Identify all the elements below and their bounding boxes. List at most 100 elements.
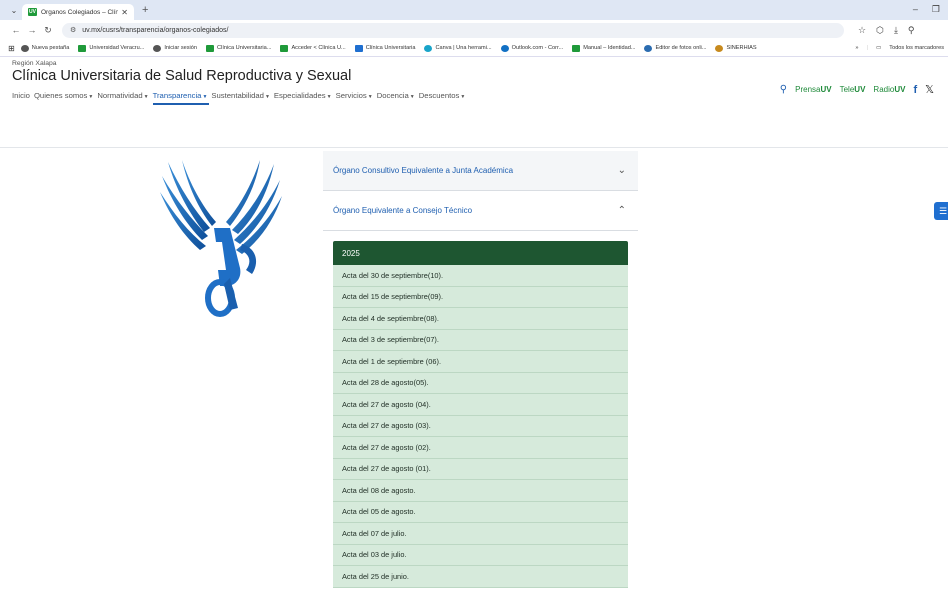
uv-favicon-icon: UV (28, 8, 37, 16)
forward-icon[interactable]: → (24, 25, 40, 35)
accordion-header-junta-academica[interactable]: Órgano Consultivo Equivalente a Junta Ac… (323, 151, 638, 191)
bookmark-item[interactable]: Clínica Universitaria (354, 44, 415, 52)
nav-label: Descuentos (418, 91, 460, 100)
download-icon[interactable]: ⤓ (894, 25, 898, 36)
radio-uv-link[interactable]: RadioUV (873, 85, 905, 94)
caret-down-icon: ▼ (143, 94, 149, 100)
uv-winged-logo (160, 160, 282, 317)
browser-tabstrip: ⌄ UV Órganos Colegiados – Clínica U ✕ + … (0, 0, 948, 20)
link-suffix: UV (894, 85, 906, 94)
bookmark-label: Outlook.com - Corr... (511, 45, 564, 51)
bookmarks-right: » | ▭ Todos los marcadores (849, 45, 944, 51)
search-icon[interactable]: ⚲ (780, 84, 787, 95)
apps-icon[interactable]: ⊞ (8, 44, 15, 53)
acta-link[interactable]: Acta del 30 de septiembre(10). (333, 265, 628, 287)
uv-icon (280, 44, 289, 52)
acta-link[interactable]: Acta del 08 de agosto. (333, 480, 628, 502)
tele-uv-link[interactable]: TeleUV (840, 85, 866, 94)
tab-search-icon[interactable]: ⌄ (6, 6, 22, 15)
acta-link[interactable]: Acta del 27 de agosto (02). (333, 437, 628, 459)
chat-widget-icon[interactable]: ☰ (934, 202, 948, 220)
acta-link[interactable]: Acta del 4 de septiembre(08). (333, 308, 628, 330)
back-icon[interactable]: ← (8, 25, 24, 35)
extensions-icon[interactable]: ⬡ (876, 25, 884, 36)
nav-item-transparencia[interactable]: Transparencia▼ (152, 91, 210, 105)
accordion-title: Órgano Consultivo Equivalente a Junta Ac… (333, 166, 514, 175)
x-twitter-icon[interactable]: 𝕏 (925, 83, 934, 96)
bookmark-label: Acceder < Clínica U... (291, 45, 346, 51)
restore-icon[interactable]: ❐ (932, 4, 940, 15)
acta-link[interactable]: Acta del 27 de agosto (04). (333, 394, 628, 416)
nav-label: Quienes somos (33, 91, 88, 100)
bookmark-label: Clínica Universitaria... (217, 45, 272, 51)
acta-link[interactable]: Acta del 1 de septiembre (06). (333, 351, 628, 373)
uv-icon (78, 44, 87, 52)
region-label: Región Xalapa (12, 60, 57, 67)
site-info-icon[interactable]: ⚙ (70, 26, 76, 34)
nav-item-servicios[interactable]: Servicios▼ (336, 91, 375, 105)
circle-icon (715, 44, 724, 52)
site-title[interactable]: Clínica Universitaria de Salud Reproduct… (12, 68, 948, 84)
bookmark-label: Manual – Identidad... (583, 45, 636, 51)
acta-link[interactable]: Acta del 3 de septiembre(07). (333, 330, 628, 351)
acta-link[interactable]: Acta del 07 de julio. (333, 523, 628, 545)
bookmark-label: SINERHIAS (726, 45, 757, 51)
nav-item-inicio[interactable]: Inicio (12, 91, 32, 105)
bookmark-item[interactable]: SINERHIAS (715, 44, 757, 52)
chevron-up-icon: ⌃ (617, 205, 626, 216)
bookmark-item[interactable]: Canva | Una herrami... (424, 44, 492, 52)
caret-down-icon: ▼ (326, 94, 332, 100)
more-bookmarks-icon[interactable]: » (855, 45, 858, 51)
accordion-header-consejo-tecnico[interactable]: Órgano Equivalente a Consejo Técnico ⌃ (323, 191, 638, 231)
acta-link[interactable]: Acta del 05 de agosto. (333, 502, 628, 523)
site-header: Región Xalapa Clínica Universitaria de S… (0, 57, 948, 107)
profile-icon[interactable]: ⚲ (908, 25, 915, 36)
nav-item-normatividad[interactable]: Normatividad▼ (97, 91, 150, 105)
bookmarks-bar: ⊞ Nueva pestaña Universidad Veracru... I… (0, 40, 948, 57)
tab-title: Órganos Colegiados – Clínica U (41, 8, 119, 16)
year-header: 2025 (333, 241, 628, 265)
acta-link[interactable]: Acta del 15 de septiembre(09). (333, 287, 628, 308)
facebook-icon[interactable]: f (913, 84, 917, 96)
window-controls: – ❐ (913, 4, 940, 15)
bookmark-item[interactable]: Universidad Veracru... (78, 44, 145, 52)
bookmark-item[interactable]: Editor de fotos onli... (644, 44, 706, 52)
minimize-icon[interactable]: – (913, 4, 918, 15)
nav-label: Docencia (376, 91, 409, 100)
bookmark-item[interactable]: Manual – Identidad... (572, 44, 636, 52)
close-tab-icon[interactable]: ✕ (121, 8, 128, 17)
header-divider (0, 147, 948, 148)
acta-list: Acta del 30 de septiembre(10). Acta del … (333, 265, 628, 588)
acta-link[interactable]: Acta del 27 de agosto (01). (333, 459, 628, 480)
all-bookmarks-button[interactable]: Todos los marcadores (889, 45, 944, 51)
reload-icon[interactable]: ↻ (40, 25, 56, 36)
nav-item-descuentos[interactable]: Descuentos▼ (419, 91, 468, 105)
link-prefix: Radio (873, 85, 895, 94)
prensa-uv-link[interactable]: PrensaUV (795, 85, 831, 94)
caret-down-icon: ▼ (88, 94, 94, 100)
bookmark-item[interactable]: Outlook.com - Corr... (500, 44, 564, 52)
bookmark-item[interactable]: Iniciar sesión (153, 44, 197, 52)
caret-down-icon: ▼ (264, 94, 270, 100)
acta-link[interactable]: Acta del 27 de agosto (03). (333, 416, 628, 437)
nav-item-quienes-somos[interactable]: Quienes somos▼ (34, 91, 95, 105)
bookmark-item[interactable]: Clínica Universitaria... (206, 44, 272, 52)
acta-link[interactable]: Acta del 28 de agosto(05). (333, 373, 628, 394)
nav-item-especialidades[interactable]: Especialidades▼ (274, 91, 334, 105)
bookmark-label: Universidad Veracru... (89, 45, 145, 51)
bookmark-star-icon[interactable]: ☆ (858, 25, 866, 36)
bookmark-item[interactable]: Acceder < Clínica U... (280, 44, 346, 52)
browser-tab[interactable]: UV Órganos Colegiados – Clínica U ✕ (22, 4, 134, 20)
acta-link[interactable]: Acta del 03 de julio. (333, 545, 628, 566)
new-tab-icon[interactable]: + (142, 4, 148, 16)
url-field[interactable]: ⚙ uv.mx/cusrs/transparencia/organos-cole… (62, 22, 844, 38)
acta-link[interactable]: Acta del 25 de junio. (333, 566, 628, 588)
nav-item-sustentabilidad[interactable]: Sustentabilidad▼ (211, 91, 272, 105)
chevron-down-icon: ⌄ (617, 165, 626, 176)
caret-down-icon: ▼ (460, 94, 466, 100)
caret-down-icon: ▼ (367, 94, 373, 100)
nav-item-docencia[interactable]: Docencia▼ (377, 91, 417, 105)
accordion-body: 2025 Acta del 30 de septiembre(10). Acta… (323, 231, 638, 588)
media-links: ⚲ PrensaUV TeleUV RadioUV f 𝕏 (780, 83, 934, 97)
bookmark-item[interactable]: Nueva pestaña (20, 44, 69, 52)
